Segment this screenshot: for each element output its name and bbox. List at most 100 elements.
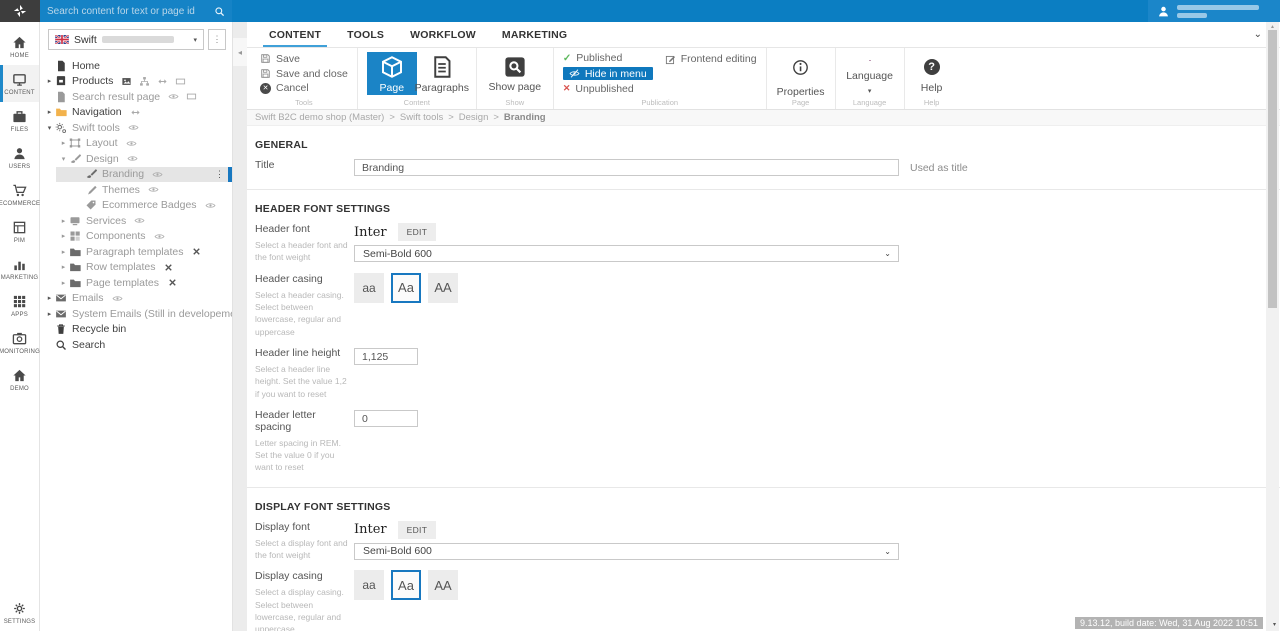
casing-regular-button[interactable]: Aa xyxy=(391,570,421,600)
eye-icon xyxy=(134,215,145,226)
rail-item-pim[interactable]: PIM xyxy=(0,213,39,250)
rail-item-files[interactable]: FILES xyxy=(0,102,39,139)
unpublished-option[interactable]: ✕Unpublished xyxy=(563,82,653,95)
paragraphs-button[interactable]: Paragraphs xyxy=(417,52,467,95)
scrollbar-thumb[interactable] xyxy=(1268,30,1277,308)
scroll-up-icon[interactable]: ▲ xyxy=(1266,22,1279,30)
rail-label: FILES xyxy=(11,127,29,133)
tree-item-recycle-bin[interactable]: Recycle bin xyxy=(40,322,232,338)
tab-tools[interactable]: TOOLS xyxy=(334,22,397,47)
header-font-weight-select[interactable]: Semi-Bold 600⌄ xyxy=(354,245,899,262)
header-font-edit-button[interactable]: EDIT xyxy=(398,223,437,241)
group-caption: Language xyxy=(836,98,904,107)
display-casing-label: Display casing xyxy=(255,570,354,582)
casing-uppercase-button[interactable]: AA xyxy=(428,570,458,600)
save-button[interactable]: Save xyxy=(260,52,348,66)
tree-item-layout[interactable]: ▸Layout xyxy=(40,136,232,152)
hide-in-menu-option[interactable]: Hide in menu xyxy=(563,67,653,81)
grid-icon xyxy=(12,294,27,309)
header-letter-spacing-label: Header letter spacing xyxy=(255,409,354,433)
rail-label: SETTINGS xyxy=(4,619,36,625)
collapse-tree-button[interactable]: ◂ xyxy=(233,38,247,66)
tree-item-swift-tools[interactable]: ▾Swift tools xyxy=(40,120,232,136)
expander-icon[interactable]: ▸ xyxy=(58,139,69,147)
screen-icon xyxy=(69,215,81,227)
tab-content[interactable]: CONTENT xyxy=(256,22,334,47)
expander-icon[interactable]: ▾ xyxy=(44,124,55,132)
show-page-button[interactable]: Show page xyxy=(486,52,544,95)
tab-workflow[interactable]: WORKFLOW xyxy=(397,22,489,47)
rail-item-home[interactable]: HOME xyxy=(0,28,39,65)
tree-item-products[interactable]: ▸Products xyxy=(40,74,232,90)
rail-item-settings[interactable]: SETTINGS xyxy=(0,594,39,631)
page-button[interactable]: Page xyxy=(367,52,417,95)
tree-item-ecommerce-badges[interactable]: Ecommerce Badges xyxy=(40,198,232,214)
properties-button[interactable]: Properties xyxy=(776,52,826,95)
redacted-website-name xyxy=(102,36,174,43)
frontend-editing-button[interactable]: Frontend editing xyxy=(665,52,757,66)
header-letter-spacing-input[interactable] xyxy=(354,410,418,427)
save-and-close-button[interactable]: Save and close xyxy=(260,67,348,81)
tree-item-paragraph-templates[interactable]: ▸Paragraph templates xyxy=(40,244,232,260)
tree-item-navigation[interactable]: ▸Navigation xyxy=(40,105,232,121)
breadcrumb-part[interactable]: Swift tools xyxy=(400,112,443,123)
tree-item-home[interactable]: Home xyxy=(40,58,232,74)
cancel-button[interactable]: ✕Cancel xyxy=(260,81,348,95)
tree-item-emails[interactable]: ▸Emails xyxy=(40,291,232,307)
display-font-edit-button[interactable]: EDIT xyxy=(398,521,437,539)
app-logo[interactable] xyxy=(0,0,40,22)
tree-item-themes[interactable]: Themes xyxy=(40,182,232,198)
published-option[interactable]: ✓Published xyxy=(563,52,653,65)
tree-item-search-result-page[interactable]: Search result page xyxy=(40,89,232,105)
rail-item-users[interactable]: USERS xyxy=(0,139,39,176)
rail-item-marketing[interactable]: MARKETING xyxy=(0,250,39,287)
breadcrumb-part[interactable]: Swift B2C demo shop (Master) xyxy=(255,112,384,123)
search-icon[interactable] xyxy=(214,6,225,17)
collapse-ribbon-button[interactable]: ⌄ xyxy=(1254,22,1262,47)
tree-item-components[interactable]: ▸Components xyxy=(40,229,232,245)
tree-item-system-emails[interactable]: ▸System Emails (Still in developement) xyxy=(40,306,232,322)
expander-icon[interactable]: ▸ xyxy=(58,232,69,240)
expander-icon[interactable]: ▸ xyxy=(58,217,69,225)
header-line-height-input[interactable] xyxy=(354,348,418,365)
rail-item-ecommerce[interactable]: ECOMMERCE xyxy=(0,176,39,213)
casing-regular-button[interactable]: Aa xyxy=(391,273,421,303)
casing-uppercase-button[interactable]: AA xyxy=(428,273,458,303)
tree-item-row-templates[interactable]: ▸Row templates xyxy=(40,260,232,276)
expander-icon[interactable]: ▸ xyxy=(44,77,55,85)
tree-item-search[interactable]: Search xyxy=(40,337,232,353)
status-caret-icon[interactable]: ▾ xyxy=(1273,621,1276,628)
image-icon xyxy=(121,76,132,87)
tab-marketing[interactable]: MARKETING xyxy=(489,22,580,47)
user-account[interactable] xyxy=(1148,0,1280,22)
expander-icon[interactable]: ▸ xyxy=(58,248,69,256)
rail-item-monitoring[interactable]: MONITORING xyxy=(0,324,39,361)
breadcrumb-part[interactable]: Design xyxy=(459,112,489,123)
display-font-weight-select[interactable]: Semi-Bold 600⌄ xyxy=(354,543,899,560)
chevron-down-icon: ▾ xyxy=(868,87,872,95)
expander-icon[interactable]: ▸ xyxy=(44,294,55,302)
casing-lowercase-button[interactable]: aa xyxy=(354,570,384,600)
casing-lowercase-button[interactable]: aa xyxy=(354,273,384,303)
tree-item-branding[interactable]: Branding⋮ xyxy=(40,167,232,183)
expander-icon[interactable]: ▸ xyxy=(44,108,55,116)
website-menu-button[interactable]: ⋮ xyxy=(208,29,226,50)
search-input[interactable] xyxy=(47,6,209,17)
tree-item-page-templates[interactable]: ▸Page templates xyxy=(40,275,232,291)
expander-icon[interactable]: ▸ xyxy=(58,279,69,287)
rail-item-content[interactable]: CONTENT xyxy=(0,65,39,102)
rail-item-demo[interactable]: DEMO xyxy=(0,361,39,398)
title-input[interactable] xyxy=(354,159,899,176)
breadcrumb-separator: > xyxy=(493,112,499,123)
rail-item-apps[interactable]: APPS xyxy=(0,287,39,324)
content-scrollbar[interactable]: ▲ xyxy=(1266,22,1279,631)
tree-item-services[interactable]: ▸Services xyxy=(40,213,232,229)
help-button[interactable]: ?Help xyxy=(914,52,950,95)
expander-icon[interactable]: ▾ xyxy=(58,155,69,163)
expander-icon[interactable]: ▸ xyxy=(44,310,55,318)
website-selector[interactable]: Swift ▾ xyxy=(48,29,204,50)
tree-item-design[interactable]: ▾Design xyxy=(40,151,232,167)
kebab-icon[interactable]: ⋮ xyxy=(215,167,224,183)
expander-icon[interactable]: ▸ xyxy=(58,263,69,271)
language-button[interactable]: Language▾ xyxy=(845,52,895,95)
